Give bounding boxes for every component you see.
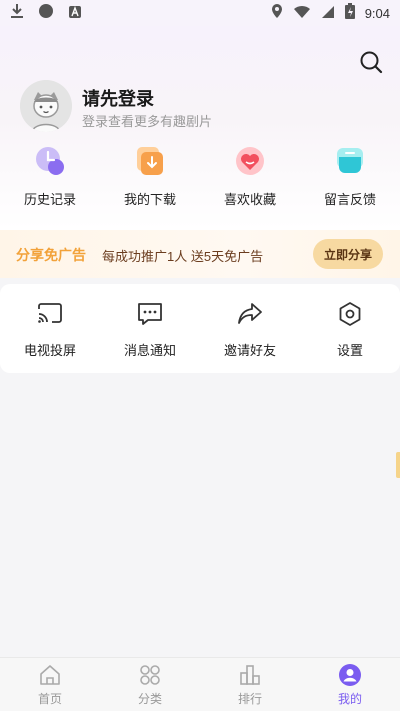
- favorite-icon: [234, 145, 266, 177]
- promo-tag: 分享免广告: [16, 247, 86, 263]
- cast-icon: [36, 300, 64, 328]
- promo-text: 每成功推广1人 送5天免广告: [102, 249, 264, 264]
- quick-action-download[interactable]: 我的下载: [100, 145, 200, 208]
- wifi-icon: [293, 4, 311, 23]
- tab-home[interactable]: 首页: [0, 662, 100, 707]
- category-icon: [137, 662, 163, 688]
- quick-action-label: 喜欢收藏: [223, 192, 276, 207]
- tab-ranking[interactable]: 排行: [200, 662, 300, 707]
- feedback-icon: [334, 145, 366, 177]
- tool-settings[interactable]: 设置: [300, 300, 400, 359]
- ranking-icon: [237, 662, 263, 688]
- quick-action-label: 历史记录: [23, 192, 76, 207]
- tool-invite-friends[interactable]: 邀请好友: [200, 300, 300, 359]
- tab-profile[interactable]: 我的: [300, 662, 400, 707]
- tool-label: 邀请好友: [223, 343, 276, 358]
- tab-label: 分类: [137, 692, 162, 706]
- status-bar: 9:04: [0, 0, 400, 26]
- login-subtitle: 登录查看更多有趣剧片: [82, 114, 213, 129]
- download-icon: [134, 145, 166, 177]
- tool-label: 电视投屏: [23, 343, 76, 358]
- share-now-button[interactable]: 立即分享: [313, 239, 383, 269]
- message-icon: [136, 300, 164, 328]
- quick-action-favorite[interactable]: 喜欢收藏: [200, 145, 300, 208]
- quick-action-label: 留言反馈: [323, 192, 376, 207]
- battery-icon: [344, 3, 355, 23]
- app-notification-icon: [38, 3, 54, 23]
- default-avatar-icon: [20, 80, 72, 132]
- history-icon: [34, 145, 66, 177]
- settings-icon: [336, 300, 364, 328]
- search-icon: [359, 50, 383, 78]
- floating-side-handle[interactable]: [396, 452, 400, 478]
- a-notification-icon: [68, 4, 82, 23]
- profile-icon: [337, 662, 363, 688]
- share-icon: [236, 300, 264, 328]
- tab-category[interactable]: 分类: [100, 662, 200, 707]
- bottom-tab-bar: 首页 分类 排行 我的: [0, 657, 400, 711]
- login-title[interactable]: 请先登录: [82, 85, 154, 111]
- tab-label: 排行: [237, 692, 262, 706]
- status-time: 9:04: [364, 5, 390, 21]
- signal-icon: [321, 4, 335, 23]
- search-button[interactable]: [357, 50, 385, 78]
- location-icon: [271, 3, 283, 23]
- quick-action-feedback[interactable]: 留言反馈: [300, 145, 400, 208]
- download-notification-icon: [10, 3, 24, 23]
- tool-label: 设置: [336, 343, 363, 358]
- tab-label: 我的: [337, 692, 362, 706]
- avatar[interactable]: [20, 80, 72, 132]
- quick-action-history[interactable]: 历史记录: [0, 145, 100, 208]
- tools-card: 电视投屏 消息通知 邀请好友 设置: [0, 284, 400, 373]
- tab-label: 首页: [37, 692, 62, 706]
- home-icon: [37, 662, 63, 688]
- quick-action-label: 我的下载: [123, 192, 176, 207]
- tool-messages[interactable]: 消息通知: [100, 300, 200, 359]
- tool-label: 消息通知: [123, 343, 176, 358]
- tool-tv-cast[interactable]: 电视投屏: [0, 300, 100, 359]
